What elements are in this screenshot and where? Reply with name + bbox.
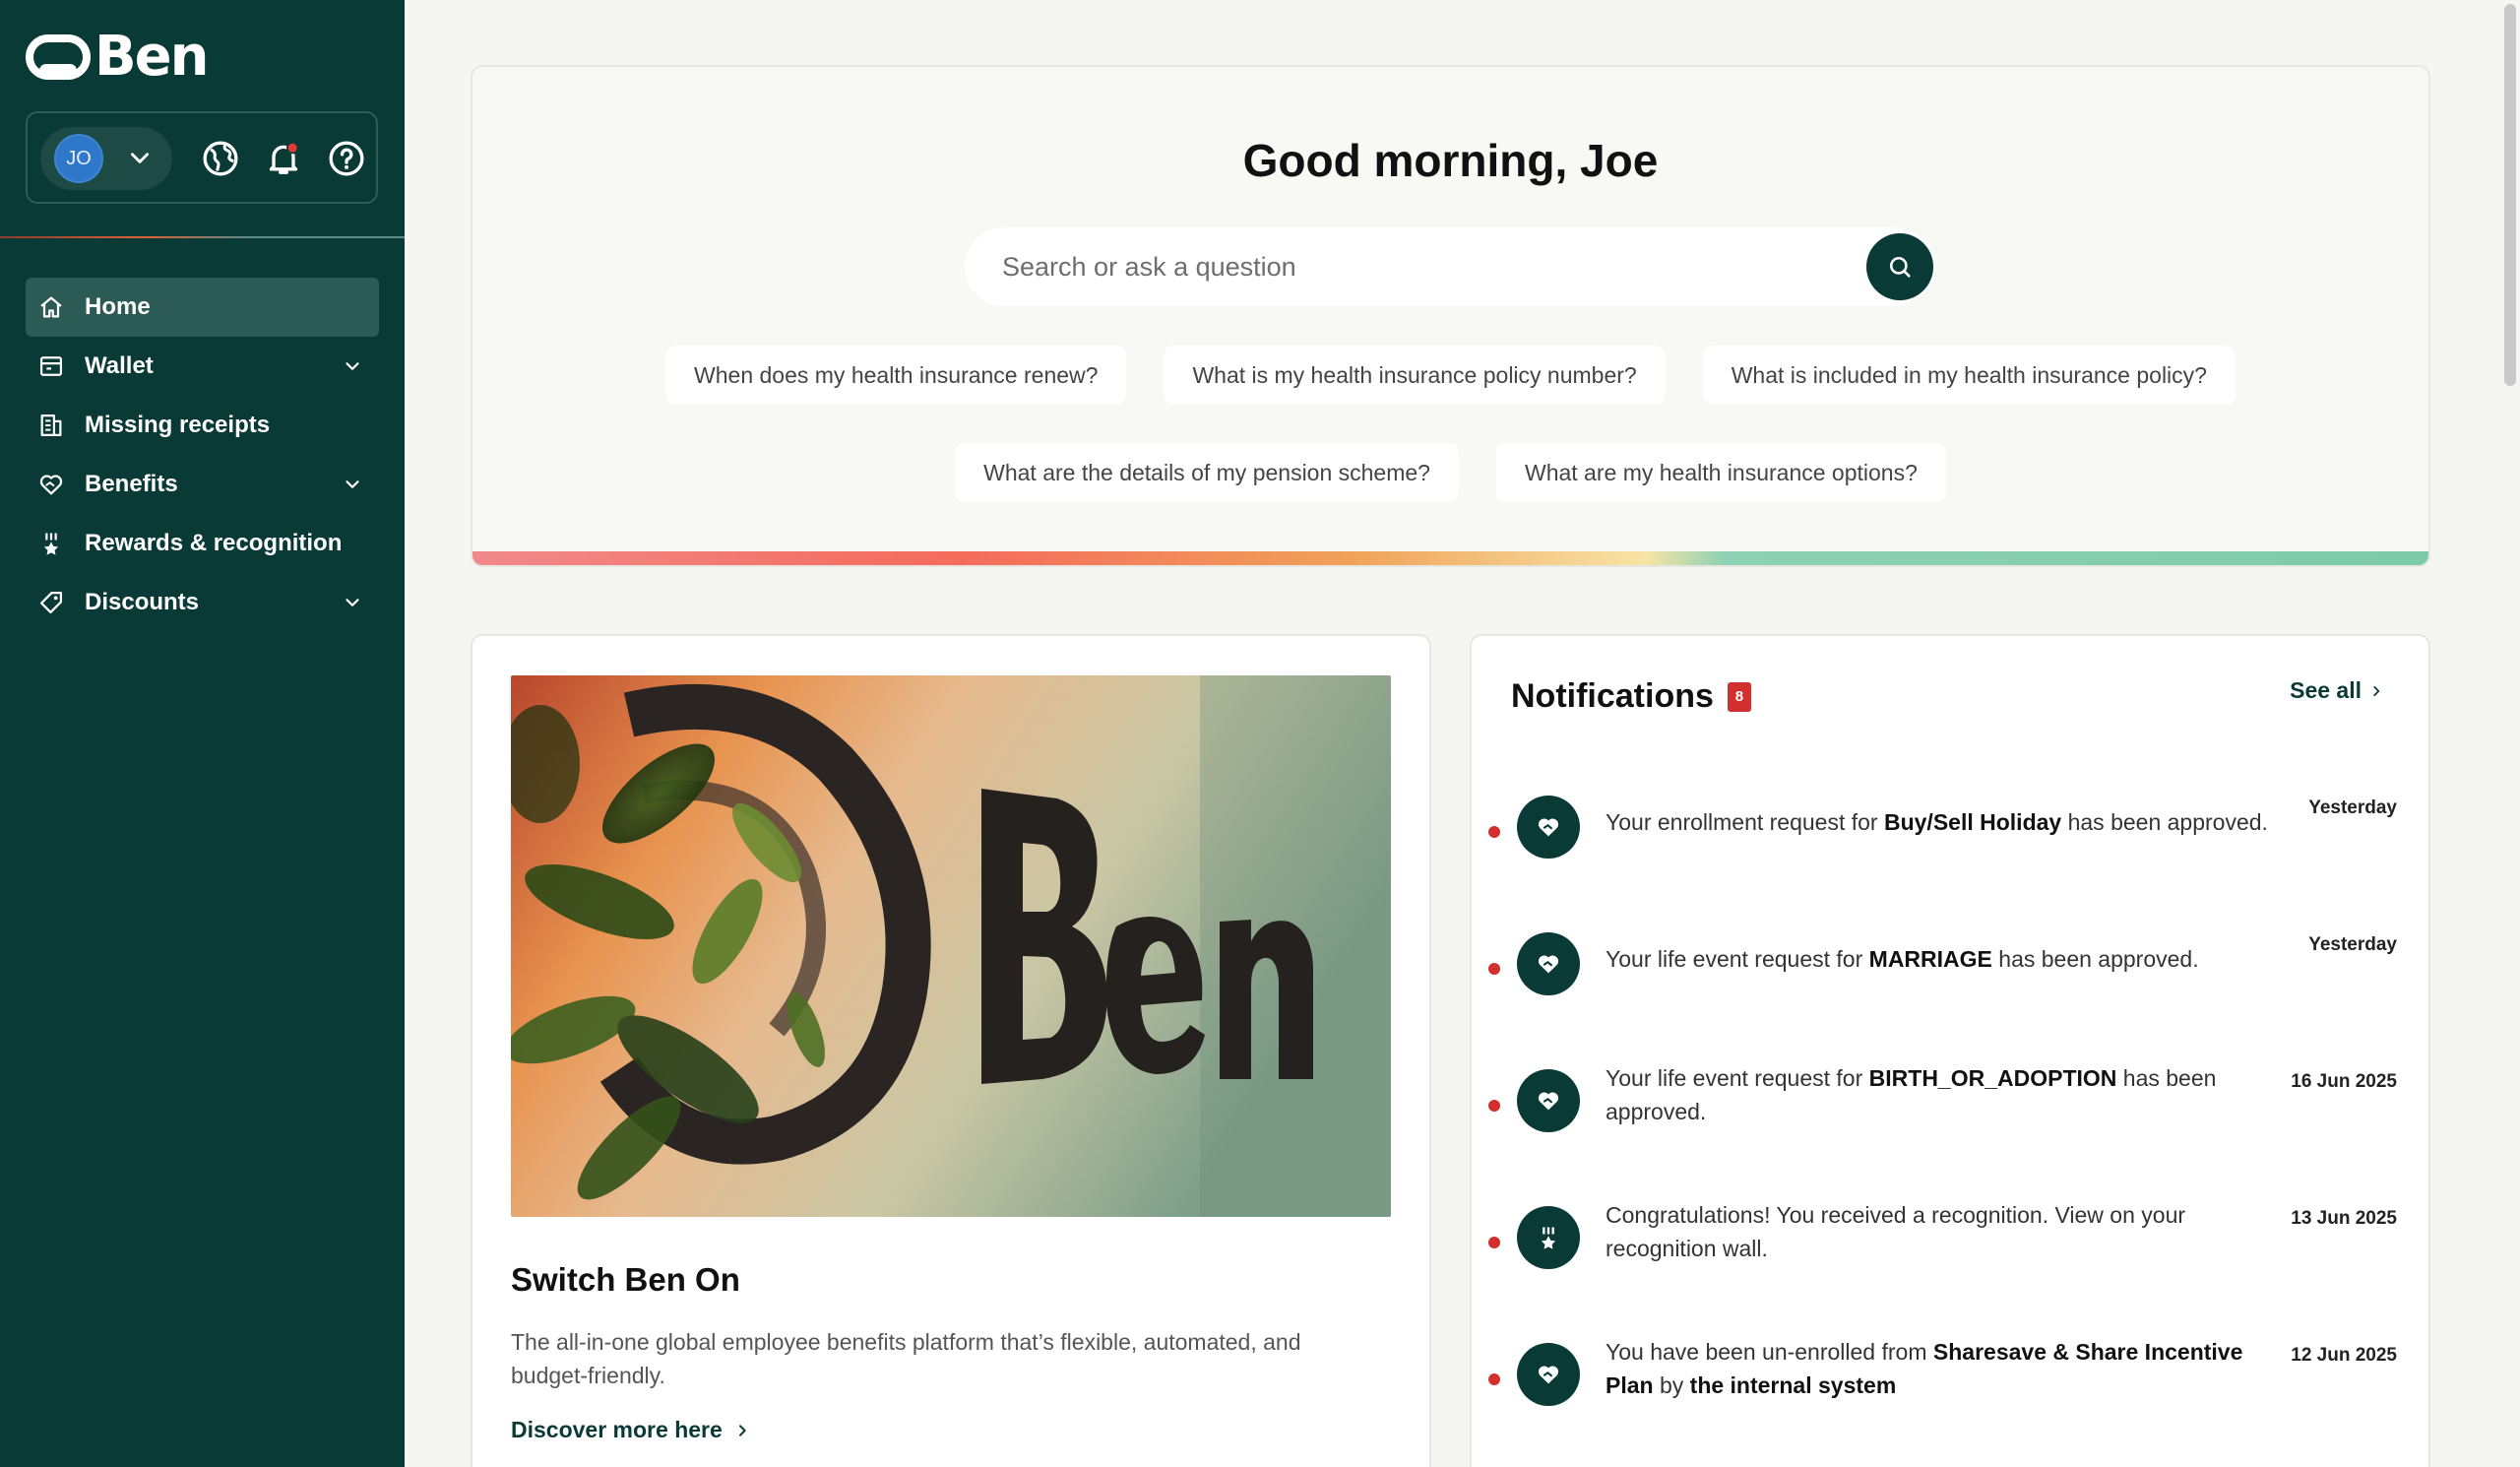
wallet-icon [39, 356, 63, 376]
suggestion-chip[interactable]: What is included in my health insurance … [1702, 346, 2236, 405]
chevron-down-icon [131, 153, 149, 163]
tag-icon [39, 591, 63, 614]
discover-more-label: Discover more here [511, 1417, 723, 1442]
sidebar-item-label: Benefits [85, 471, 178, 497]
chevron-down-icon[interactable] [342, 592, 363, 613]
home-icon [40, 296, 62, 318]
sidebar-divider [0, 236, 405, 238]
notification-type-icon [1517, 1069, 1580, 1132]
heart-hand-icon [1538, 1092, 1559, 1111]
unread-dot [1488, 1100, 1500, 1112]
promo-description: The all-in-one global employee benefits … [511, 1329, 1301, 1388]
sidebar-nav: Home Wallet Missing receipts Benefits Re… [26, 278, 379, 632]
search-icon [1889, 256, 1911, 278]
page-scrollbar[interactable] [2500, 0, 2520, 1467]
logo-text: Ben [94, 25, 210, 89]
hero-panel: Good morning, Joe When does my health in… [471, 65, 2430, 567]
notifications-heading: Notifications 8 [1511, 677, 1751, 716]
notification-message: Congratulations! You received a recognit… [1606, 1202, 2186, 1261]
chevron-right-icon [738, 1424, 746, 1436]
suggestion-row: When does my health insurance renew? Wha… [472, 346, 2428, 405]
sidebar: Ben JO Home Wallet Missing receipts Bene… [0, 0, 405, 1467]
promo-title: Switch Ben On [511, 1261, 740, 1298]
sidebar-item-label: Wallet [85, 352, 154, 379]
heart-hand-icon [39, 475, 63, 495]
notification-type-icon [1517, 932, 1580, 995]
notification-date: 13 Jun 2025 [2291, 1208, 2397, 1229]
sidebar-item-missing-receipts[interactable]: Missing receipts [26, 396, 379, 455]
notification-date: 12 Jun 2025 [2291, 1345, 2397, 1366]
sidebar-item-benefits[interactable]: Benefits [26, 455, 379, 514]
unread-dot [1488, 1237, 1500, 1248]
suggestion-chip[interactable]: What is my health insurance policy numbe… [1164, 346, 1666, 405]
scrollbar-thumb[interactable] [2504, 4, 2516, 386]
suggestion-chip[interactable]: When does my health insurance renew? [665, 346, 1127, 405]
chevron-right-icon [2373, 685, 2380, 696]
see-all-link[interactable]: See all [2290, 677, 2383, 704]
notification-type-icon [1517, 1206, 1580, 1269]
receipt-icon [40, 414, 62, 437]
ben-logo[interactable]: Ben [26, 25, 210, 89]
unread-dot [1488, 963, 1500, 975]
ben-sign-photo [511, 675, 1391, 1217]
notification-item[interactable]: Your life event request for BIRTH_OR_ADO… [1472, 1057, 2428, 1176]
account-menu-button[interactable]: JO [40, 127, 172, 190]
notification-item[interactable]: Your enrollment request for Buy/Sell Hol… [1472, 784, 2428, 902]
sidebar-item-discounts[interactable]: Discounts [26, 573, 379, 632]
heart-hand-icon [1538, 1366, 1559, 1384]
search-button[interactable] [1866, 233, 1933, 300]
suggestion-row: What are the details of my pension schem… [472, 443, 2428, 502]
unread-dot [1488, 1373, 1500, 1385]
notification-message: Your enrollment request for Buy/Sell Hol… [1606, 809, 2268, 835]
notification-item[interactable]: Congratulations! You received a recognit… [1472, 1194, 2428, 1312]
search-bar [965, 227, 1933, 306]
chevron-down-icon[interactable] [342, 355, 363, 377]
medal-icon [43, 533, 59, 555]
promo-card: Switch Ben On The all-in-one global empl… [471, 634, 1431, 1467]
promo-image [511, 675, 1391, 1217]
medal-icon [1541, 1227, 1556, 1249]
notifications-card: Notifications 8 See all Your enrollment … [1470, 634, 2430, 1467]
greeting-heading: Good morning, Joe [1242, 135, 1659, 186]
notification-message: You have been un-enrolled from Sharesave… [1606, 1339, 2243, 1398]
notification-count-badge: 8 [1727, 681, 1751, 712]
notification-item[interactable]: You have been un-enrolled from Sharesave… [1472, 1331, 2428, 1449]
notification-message: Your life event request for BIRTH_OR_ADO… [1606, 1065, 2217, 1124]
sidebar-item-rewards[interactable]: Rewards & recognition [26, 514, 379, 573]
heart-hand-icon [1538, 955, 1559, 974]
brand-gradient-bar [472, 551, 2428, 565]
avatar: JO [54, 134, 103, 183]
help-icon[interactable] [327, 139, 366, 178]
user-toolbar: JO [26, 111, 378, 204]
notification-item[interactable]: Your life event request for MARRIAGE has… [1472, 921, 2428, 1039]
notification-type-icon [1517, 796, 1580, 859]
suggestion-chip[interactable]: What are the details of my pension schem… [955, 443, 1459, 502]
heart-hand-icon [1538, 818, 1559, 837]
notification-date: Yesterday [2308, 934, 2397, 955]
notifications-title: Notifications [1511, 677, 1714, 715]
bell-icon[interactable] [264, 139, 303, 178]
sidebar-item-label: Missing receipts [85, 412, 271, 438]
sidebar-item-wallet[interactable]: Wallet [26, 337, 379, 396]
globe-icon[interactable] [201, 139, 240, 178]
sidebar-item-label: Rewards & recognition [85, 530, 343, 556]
unread-dot [1488, 826, 1500, 838]
see-all-label: See all [2290, 677, 2362, 703]
notification-message: Your life event request for MARRIAGE has… [1606, 946, 2199, 972]
sidebar-item-label: Home [85, 293, 151, 320]
notification-date: Yesterday [2308, 797, 2397, 818]
sidebar-item-label: Discounts [85, 589, 200, 615]
sidebar-item-home[interactable]: Home [26, 278, 379, 337]
discover-more-link[interactable]: Discover more here [511, 1417, 750, 1443]
notification-date: 16 Jun 2025 [2291, 1071, 2397, 1092]
notification-type-icon [1517, 1343, 1580, 1406]
ben-logo-icon [26, 34, 91, 80]
suggestion-chip[interactable]: What are my health insurance options? [1495, 443, 1946, 502]
chevron-down-icon[interactable] [342, 474, 363, 495]
search-input[interactable] [1002, 227, 1849, 306]
